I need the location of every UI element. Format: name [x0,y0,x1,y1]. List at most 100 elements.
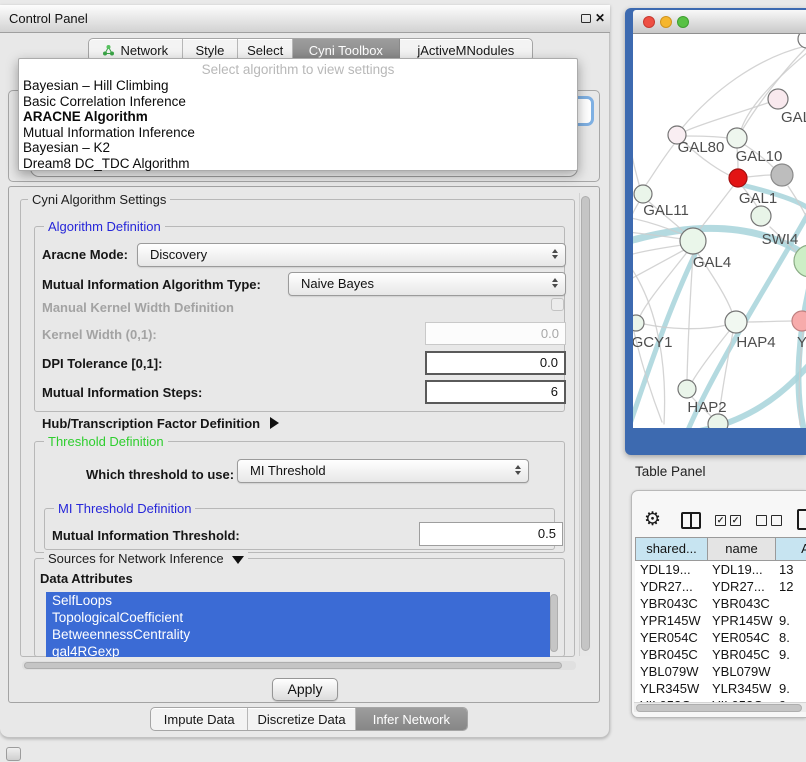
table-cell: YBR045C [707,646,775,663]
tab-infer-network[interactable]: Infer Network [356,708,467,730]
network-edge[interactable] [645,143,675,186]
network-node[interactable] [771,164,793,186]
attribute-item-selected[interactable]: TopologicalCoefficient [46,609,550,626]
dpi-tolerance-input[interactable]: 0.0 [425,351,566,375]
kernel-width-input[interactable]: 0.0 [425,322,566,345]
threshold-definition-title: Threshold Definition [44,434,168,449]
close-traffic-light[interactable] [643,16,655,28]
deselect-all-checkboxes-icon[interactable] [756,515,782,526]
network-node[interactable] [751,206,771,226]
attribute-item-selected[interactable]: gal4RGexp [46,643,550,657]
network-edge[interactable] [633,202,639,232]
mi-threshold-input[interactable]: 0.5 [419,522,563,546]
tab-label: jActiveMNodules [417,43,514,58]
stepper-icon [515,465,521,475]
column-header[interactable]: name [707,537,775,561]
network-edge[interactable] [699,185,734,230]
table-row[interactable]: YPR145WYPR145W9. [635,612,806,629]
minimized-panel-icon[interactable] [6,747,21,761]
attributes-scrollbar[interactable] [550,594,558,652]
table-hscrollbar-track[interactable] [634,702,806,712]
network-node[interactable] [634,185,652,203]
settings-hscrollbar-track[interactable] [22,661,576,670]
network-node[interactable] [727,128,747,148]
column-header[interactable]: A [775,537,806,561]
network-edge[interactable] [746,175,771,177]
close-icon[interactable]: ✕ [595,11,605,25]
table-row[interactable]: YBR045CYBR045C9. [635,646,806,663]
hub-definition-toggle[interactable]: Hub/Transcription Factor Definition [42,416,279,431]
panel-title: Control Panel [9,11,88,26]
algorithm-option[interactable]: ARACNE Algorithm [19,109,577,125]
settings-vscrollbar-thumb[interactable] [581,196,590,651]
settings-hscrollbar-thumb[interactable] [24,662,562,669]
tab-label: Select [247,43,283,58]
table-row[interactable]: YER054CYER054C8. [635,629,806,646]
network-edge[interactable] [633,140,640,188]
tab-label: Network [120,43,168,58]
network-graph: GALGAL80GAL10GAL1GAL11SWI4GAL4GCY1HAP4YH… [633,34,806,428]
algorithm-option[interactable]: Bayesian – K2 [19,140,577,156]
algorithm-option[interactable]: Bayesian – Hill Climbing [19,78,577,94]
table-row[interactable]: YDL19...YDL19...13 [635,561,806,578]
network-node[interactable] [798,34,806,48]
split-columns-icon[interactable] [681,512,701,529]
table-row[interactable]: YBL079WYBL079W [635,663,806,680]
sources-toggle[interactable]: Sources for Network Inference [44,551,248,566]
attribute-item-selected[interactable]: BetweennessCentrality [46,626,550,643]
tab-impute-data[interactable]: Impute Data [151,708,248,730]
select-all-checkboxes-icon[interactable]: ✓✓ [715,515,741,526]
manual-kernel-checkbox[interactable] [551,298,564,311]
apply-button[interactable]: Apply [272,678,338,701]
aracne-mode-select[interactable]: Discovery [137,243,566,267]
network-view-titlebar[interactable] [633,10,806,34]
which-threshold-select[interactable]: MI Threshold [237,459,529,483]
tab-label: Style [196,43,225,58]
algorithm-option[interactable]: Basic Correlation Inference [19,94,577,110]
network-edge[interactable] [686,136,728,138]
algorithm-option[interactable]: Dream8 DC_TDC Algorithm [19,156,577,172]
network-node[interactable] [708,414,728,428]
node-label: HAP4 [736,334,775,351]
table-row[interactable]: YDR27...YDR27...12 [635,578,806,595]
network-node[interactable] [792,311,806,331]
network-icon [102,44,115,56]
control-panel-titlebar[interactable]: Control Panel [0,5,610,33]
tab-discretize-data[interactable]: Discretize Data [248,708,355,730]
table-cell: 9. [775,646,806,663]
float-icon[interactable] [581,14,591,23]
network-edge[interactable] [746,321,792,322]
table-cell: 8. [775,629,806,646]
data-attributes-label: Data Attributes [40,571,133,586]
mi-threshold-label: Mutual Information Threshold: [52,528,240,543]
zoom-traffic-light[interactable] [677,16,689,28]
minimize-traffic-light[interactable] [660,16,672,28]
kernel-width-label: Kernel Width (0,1): [42,327,157,342]
settings-vscrollbar-track[interactable] [579,193,591,656]
mi-algorithm-type-select[interactable]: Naive Bayes [288,272,566,296]
network-node[interactable] [729,169,747,187]
document-icon[interactable] [797,509,806,530]
network-node[interactable] [678,380,696,398]
network-edge[interactable] [686,99,779,131]
table-cell: YBR045C [635,646,707,663]
table-cell: 12 [775,578,806,595]
attribute-item-selected[interactable]: SelfLoops [46,592,550,609]
network-node[interactable] [680,228,706,254]
table-row[interactable]: YBR043CYBR043C [635,595,806,612]
table-header: shared... name A [635,537,806,561]
data-attributes-list[interactable]: SelfLoopsTopologicalCoefficientBetweenne… [46,592,550,657]
node-label: GAL4 [693,254,731,271]
algorithm-option[interactable]: Mutual Information Inference [19,125,577,141]
gear-icon[interactable]: ⚙ [644,508,661,531]
mi-steps-input[interactable]: 6 [425,380,566,404]
selected-value: Naive Bayes [301,276,374,291]
network-node[interactable] [725,311,747,333]
network-node[interactable] [633,315,644,331]
algorithm-dropdown: Select algorithm to view settings Bayesi… [18,58,578,171]
table-hscrollbar-thumb[interactable] [636,704,802,712]
network-node[interactable] [768,89,788,109]
table-cell: YDR27... [707,578,775,595]
table-row[interactable]: YLR345WYLR345W9. [635,680,806,697]
column-header[interactable]: shared... [635,537,707,561]
